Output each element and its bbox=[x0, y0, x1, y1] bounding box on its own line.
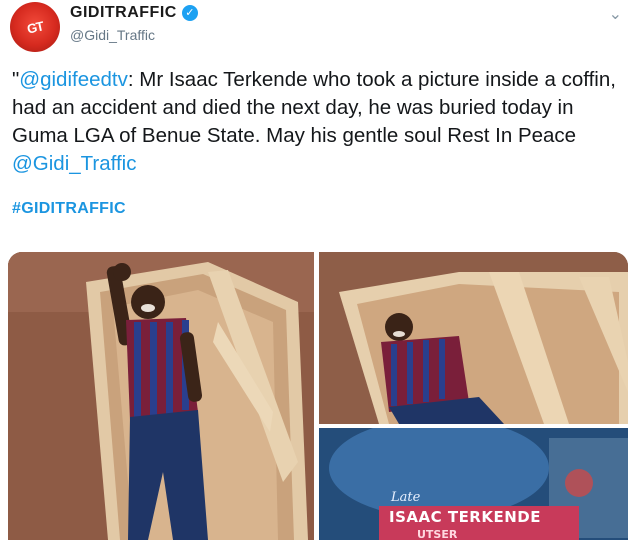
avatar-logo-text: GT bbox=[25, 17, 45, 37]
verified-badge-icon: ✓ bbox=[181, 5, 198, 21]
poster-name: ISAAC TERKENDE bbox=[389, 508, 541, 526]
avatar[interactable]: GT bbox=[10, 2, 60, 52]
photo-memorial-poster[interactable]: Late ISAAC TERKENDE UTSER bbox=[319, 428, 628, 540]
media-grid: Late ISAAC TERKENDE UTSER bbox=[8, 252, 628, 540]
poster-surname-partial: UTSER bbox=[417, 528, 458, 540]
tweet-text: "@gidifeedtv: Mr Isaac Terkende who took… bbox=[12, 66, 622, 178]
mention-link[interactable]: @gidifeedtv bbox=[19, 68, 128, 91]
hashtag-link[interactable]: #GIDITRAFFIC bbox=[12, 200, 126, 218]
trailing-mention-link[interactable]: @Gidi_Traffic bbox=[12, 152, 136, 175]
photo-coffin-close[interactable] bbox=[319, 252, 628, 424]
poster-late-label: Late bbox=[391, 490, 421, 505]
display-name[interactable]: GIDITRAFFIC bbox=[70, 4, 177, 22]
account-handle[interactable]: @Gidi_Traffic bbox=[70, 27, 155, 43]
photo-coffin-full[interactable] bbox=[8, 252, 314, 540]
tweet-card: GT GIDITRAFFIC ✓ @Gidi_Traffic ⌄ "@gidif… bbox=[0, 0, 640, 540]
account-name-row: GIDITRAFFIC ✓ bbox=[70, 4, 198, 22]
chevron-down-icon[interactable]: ⌄ bbox=[609, 4, 622, 24]
